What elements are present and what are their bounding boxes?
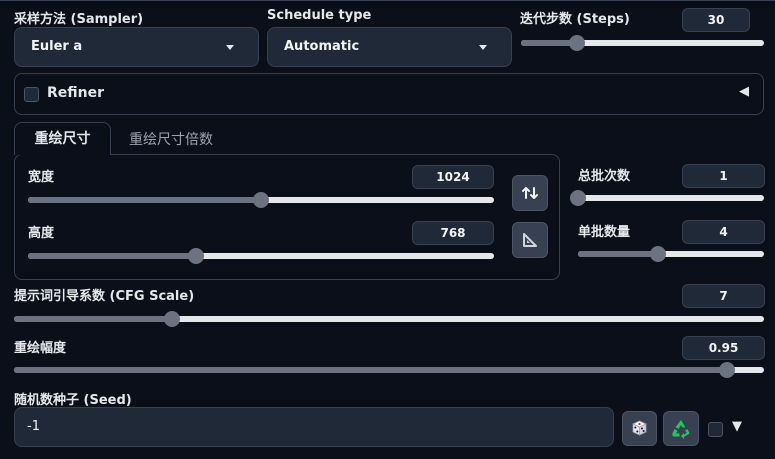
- top-divider: [0, 0, 775, 3]
- tab-resize-by[interactable]: 重绘尺寸倍数: [129, 129, 213, 149]
- recycle-icon: [672, 420, 690, 439]
- width-slider[interactable]: [28, 192, 494, 208]
- refiner-label: Refiner: [47, 85, 105, 101]
- triangle-ruler-icon: [523, 233, 537, 247]
- denoise-slider[interactable]: [14, 362, 764, 378]
- width-input[interactable]: 1024: [412, 165, 494, 189]
- denoise-input[interactable]: 0.95: [682, 336, 765, 360]
- refiner-checkbox[interactable]: [24, 87, 39, 102]
- batch-count-input[interactable]: 1: [682, 164, 765, 188]
- aspect-ratio-button[interactable]: [512, 222, 548, 258]
- steps-slider[interactable]: [521, 35, 764, 51]
- schedule-value: Automatic: [284, 39, 360, 54]
- width-label: 宽度: [28, 170, 55, 185]
- sampler-label: 采样方法 (Sampler): [14, 12, 144, 27]
- steps-input[interactable]: 30: [682, 8, 750, 32]
- dice-icon: [632, 420, 647, 436]
- random-seed-button[interactable]: [622, 411, 657, 446]
- steps-label: 迭代步数 (Steps): [520, 12, 630, 27]
- cfg-slider[interactable]: [14, 311, 764, 327]
- denoise-label: 重绘幅度: [14, 341, 67, 356]
- cfg-label: 提示词引导系数 (CFG Scale): [14, 289, 195, 304]
- schedule-label: Schedule type: [267, 8, 372, 23]
- height-label: 高度: [28, 226, 55, 241]
- batch-size-label: 单批数量: [578, 225, 631, 240]
- tab-resize-to[interactable]: 重绘尺寸: [14, 122, 111, 155]
- sampler-dropdown[interactable]: Euler a: [14, 27, 259, 67]
- batch-size-input[interactable]: 4: [682, 220, 765, 244]
- schedule-dropdown[interactable]: Automatic: [267, 27, 512, 67]
- expand-extra-icon[interactable]: ▼: [732, 419, 742, 434]
- recycle-shape: [672, 420, 690, 439]
- seed-label: 随机数种子 (Seed): [14, 393, 132, 408]
- cfg-input[interactable]: 7: [682, 284, 765, 308]
- height-input[interactable]: 768: [412, 221, 494, 245]
- chevron-down-icon: [226, 45, 234, 50]
- swap-dimensions-button[interactable]: [512, 175, 548, 211]
- chevron-down-icon: [479, 45, 487, 50]
- batch-count-label: 总批次数: [578, 169, 631, 184]
- batch-size-slider[interactable]: [578, 246, 764, 262]
- sampler-value: Euler a: [31, 39, 83, 54]
- collapse-arrow-icon[interactable]: ◀: [739, 84, 749, 99]
- swap-dimensions-icon: [522, 187, 538, 199]
- height-slider[interactable]: [28, 248, 494, 264]
- refiner-accordion[interactable]: Refiner ◀: [14, 73, 764, 115]
- extra-seed-checkbox[interactable]: [708, 422, 723, 437]
- reuse-seed-button[interactable]: [663, 411, 699, 446]
- seed-input[interactable]: -1: [14, 407, 614, 447]
- batch-count-slider[interactable]: [570, 190, 764, 206]
